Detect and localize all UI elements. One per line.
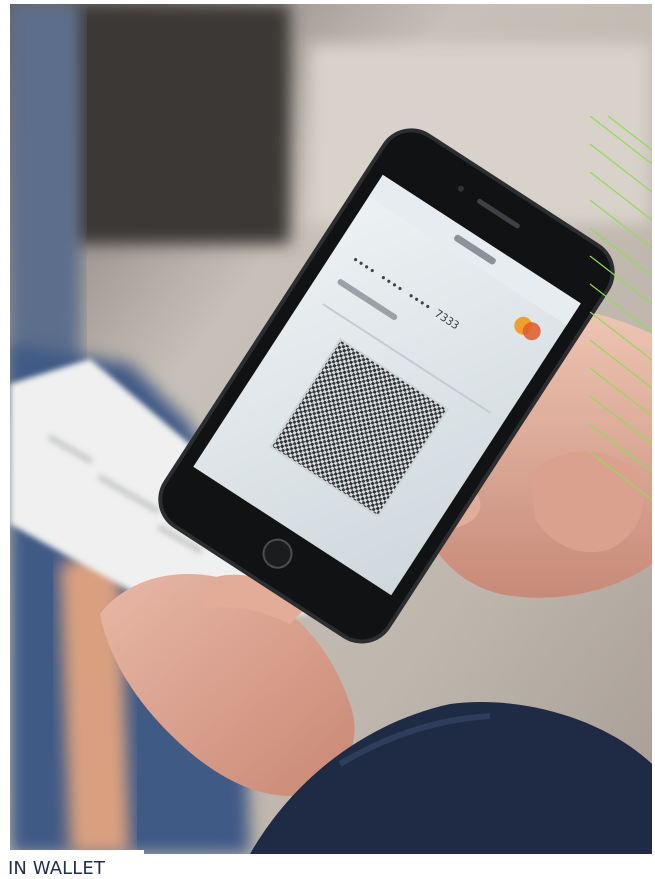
dark-shelf-blur xyxy=(70,4,290,244)
striped-scarf xyxy=(60,544,130,854)
payment-photo: •••• •••• •••• 7333 xyxy=(10,4,652,854)
caption-text: IN WALLET xyxy=(8,858,105,879)
caption-box: IN WALLET xyxy=(0,850,144,879)
photo-illustration: •••• •••• •••• 7333 xyxy=(10,4,652,854)
